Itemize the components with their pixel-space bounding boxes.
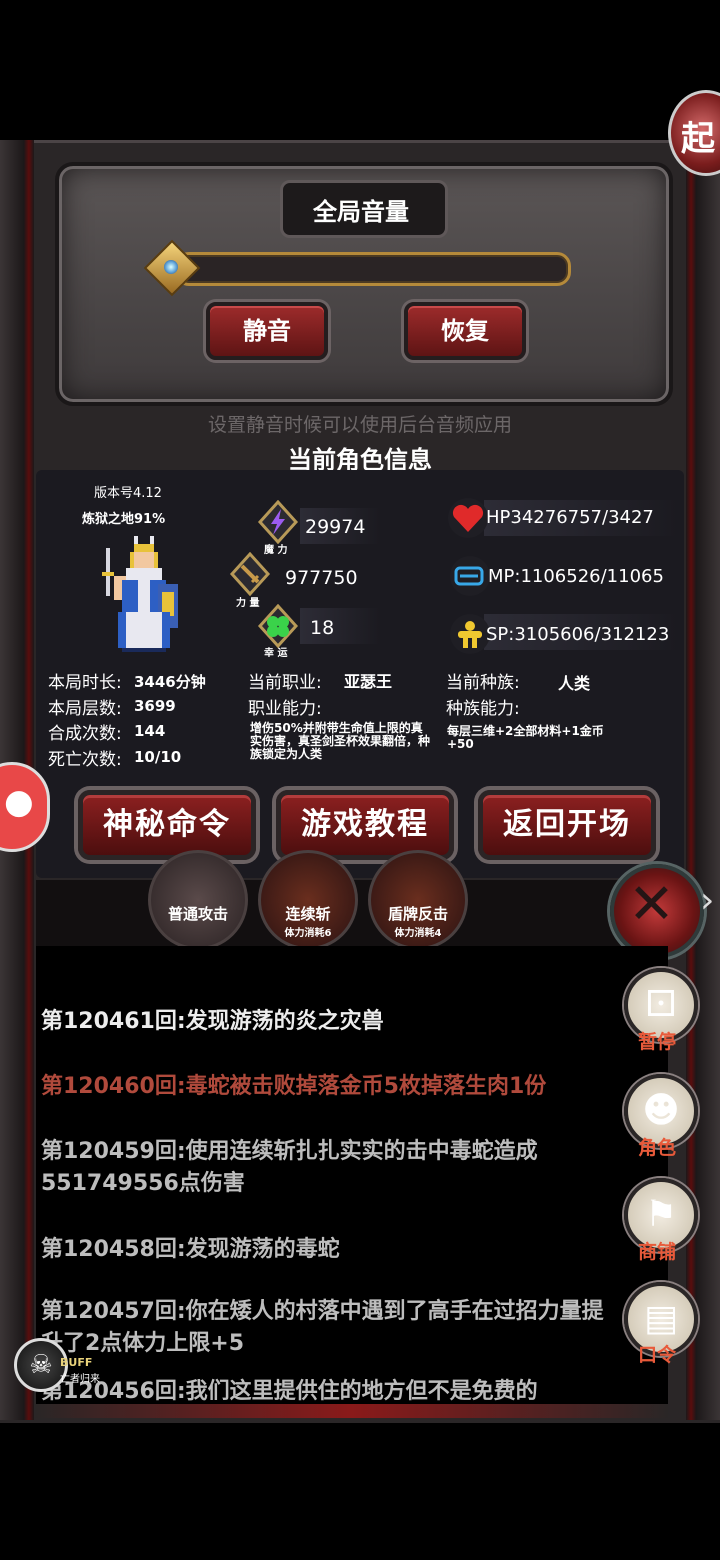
gem-icon — [164, 260, 178, 274]
log-entry: 第120459回:使用连续斩扎扎实实的击中毒蛇造成551749556点伤害 — [41, 1139, 538, 1196]
race-label: 当前种族: — [446, 673, 520, 693]
time-label: 本局时长: — [48, 673, 122, 693]
skill-consecutive-slash[interactable]: 连续斩 体力消耗6 — [258, 850, 358, 950]
return-to-opening-button[interactable]: 返回开场 — [478, 790, 656, 860]
job-ability-desc: 增伤50%并附带生命值上限的真实伤害，真圣剑圣杯效果翻倍，种族锁定为人类 — [250, 721, 431, 761]
power-sword-icon — [229, 552, 271, 596]
mute-button[interactable]: 静音 — [206, 302, 328, 360]
luck-value: 18 — [310, 617, 335, 639]
command-label: 口令 — [637, 1344, 676, 1366]
magic-lightning-icon — [257, 500, 299, 544]
skill-normal-attack[interactable]: 普通攻击 — [148, 850, 248, 950]
shop-icon: ⚑ — [644, 1194, 678, 1235]
hp-value: HP34276757/3427 — [486, 507, 654, 528]
mp-armor-icon — [450, 556, 490, 596]
mp-value: MP:1106526/11065 — [488, 566, 664, 587]
log-entry: 第120461回:发现游荡的炎之灾兽 — [41, 1009, 384, 1034]
luck-label: 幸 运 — [264, 648, 288, 659]
sp-value: SP:3105606/312123 — [486, 624, 670, 645]
heart-icon — [448, 498, 488, 538]
battle-log[interactable]: 第120461回:发现游荡的炎之灾兽 第120460回:毒蛇被击败掉落金币5枚掉… — [36, 946, 668, 1404]
character-sprite-icon — [102, 536, 178, 652]
close-icon: ✕ — [628, 872, 675, 937]
race-ability-desc: 每层三维+2全部材料+1金币+50 — [447, 724, 604, 751]
secret-command-button[interactable]: 神秘命令 — [78, 790, 256, 860]
dice-icon: ⚀ — [645, 984, 677, 1025]
floors-value: 3699 — [134, 697, 176, 715]
time-value: 3446分钟 — [134, 673, 206, 691]
log-entry: 第120456回:我们这里提供住的地方但不是免费的 — [41, 1379, 538, 1404]
skill-cost: 体力消耗4 — [394, 928, 442, 939]
shop-label: 商铺 — [637, 1241, 676, 1263]
background-audio-hint: 设置静音时候可以使用后台音频应用 — [207, 414, 512, 436]
floors-label: 本局层数: — [48, 699, 122, 719]
pause-label: 暂停 — [637, 1031, 676, 1053]
job-label: 当前职业: — [248, 673, 322, 693]
race-value: 人类 — [558, 674, 591, 693]
hooded-figure-icon: ☻ — [642, 1090, 680, 1131]
skill-cost: 体力消耗6 — [284, 928, 332, 939]
user-icon: ● — [4, 782, 34, 822]
hell-progress-label: 炼狱之地91% — [82, 512, 166, 527]
power-value: 977750 — [285, 567, 358, 589]
volume-title: 全局音量 — [313, 198, 409, 226]
skill-shield-counter[interactable]: 盾牌反击 体力消耗4 — [368, 850, 468, 950]
bottom-frame-bar — [36, 1404, 668, 1418]
log-entry: 第120457回:你在矮人的村落中遇到了高手在过招力量提升了2点体力上限+5 — [41, 1299, 604, 1356]
skill-strip — [36, 880, 686, 946]
buff-name: 亡者归来 — [60, 1374, 100, 1385]
top-emblem-glyph: 起 — [681, 119, 715, 159]
race-ability-label: 种族能力: — [446, 699, 520, 719]
volume-slider[interactable] — [175, 252, 571, 286]
role-label: 角色 — [637, 1137, 676, 1159]
craft-value: 144 — [134, 722, 166, 740]
luck-clover-icon — [257, 604, 299, 648]
chevron-right-icon[interactable]: › — [700, 880, 714, 921]
job-ability-label: 职业能力: — [248, 699, 322, 719]
death-label: 死亡次数: — [48, 750, 122, 770]
job-value: 亚瑟王 — [344, 672, 393, 691]
craft-label: 合成次数: — [48, 724, 122, 744]
buff-label: BUFF — [60, 1356, 93, 1369]
skill-name: 普通攻击 — [167, 905, 228, 923]
scroll-book-icon: ▤ — [643, 1298, 678, 1339]
skill-name: 连续斩 — [285, 905, 331, 923]
skill-name: 盾牌反击 — [387, 905, 448, 923]
version-label: 版本号4.12 — [94, 486, 162, 501]
log-entry: 第120460回:毒蛇被击败掉落金币5枚掉落生肉1份 — [41, 1074, 547, 1099]
magic-value: 29974 — [305, 516, 366, 538]
death-value: 10/10 — [134, 748, 182, 766]
restore-button[interactable]: 恢复 — [404, 302, 526, 360]
log-entry: 第120458回:发现游荡的毒蛇 — [41, 1237, 340, 1262]
